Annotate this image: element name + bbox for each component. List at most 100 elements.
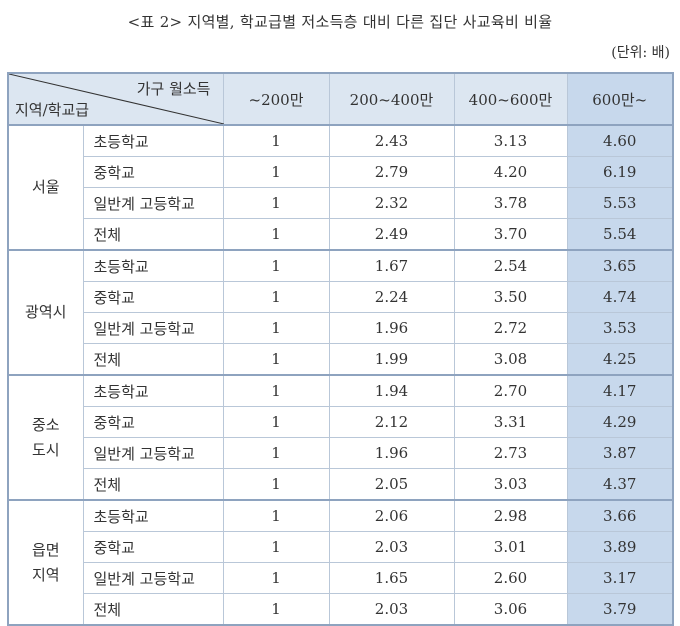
ratio-value-cell: 1	[222, 249, 330, 282]
ratio-value-cell: 2.05	[328, 468, 455, 501]
ratio-value-cell: 3.03	[453, 468, 568, 501]
school-level-cell: 전체	[82, 218, 224, 251]
ratio-value-cell: 3.65	[566, 249, 674, 282]
ratio-value-cell: 2.79	[328, 156, 455, 188]
ratio-value-cell: 1	[222, 124, 330, 157]
ratio-value-cell: 1	[222, 312, 330, 344]
region-name-line: 서울	[31, 178, 60, 196]
table-row: 일반계 고등학교 1 1.96 2.72 3.53	[8, 312, 674, 344]
ratio-value-cell: 1	[222, 187, 330, 219]
ratio-value-cell: 2.03	[328, 593, 455, 626]
region-cell: 읍면 지역	[7, 499, 84, 626]
school-level-cell: 일반계 고등학교	[82, 187, 224, 219]
ratio-value-cell: 4.29	[566, 406, 674, 438]
ratio-value-cell: 1.96	[328, 437, 455, 469]
ratio-value-cell: 2.03	[328, 531, 455, 563]
school-level-cell: 일반계 고등학교	[82, 437, 224, 469]
ratio-value-cell: 3.17	[566, 562, 674, 594]
ratio-value-cell: 2.32	[328, 187, 455, 219]
col-header-income-1: 200~400만	[328, 72, 455, 126]
table-row: 서울 초등학교 1 2.43 3.13 4.60	[7, 124, 674, 251]
ratio-value-cell: 2.49	[328, 218, 455, 251]
ratio-value-cell: 1.65	[328, 562, 455, 594]
ratio-value-cell: 4.20	[453, 156, 568, 188]
ratio-value-cell: 1	[222, 406, 330, 438]
table-row: 광역시 초등학교 1 1.67 2.54 3.65	[7, 249, 674, 376]
ratio-value-cell: 1	[222, 437, 330, 469]
region-name-line: 광역시	[25, 303, 67, 321]
ratio-value-cell: 4.74	[566, 281, 674, 313]
ratio-value-cell: 1.99	[328, 343, 455, 376]
ratio-value-cell: 6.19	[566, 156, 674, 188]
ratio-value-cell: 4.17	[566, 374, 674, 407]
ratio-value-cell: 3.70	[453, 218, 568, 251]
school-level-cell: 초등학교	[82, 249, 224, 282]
ratio-value-cell: 3.79	[566, 593, 674, 626]
table-row: 중학교 1 2.79 4.20 6.19	[8, 156, 674, 188]
unit-label: (단위: 배)	[611, 45, 670, 61]
school-level-cell: 전체	[82, 593, 224, 626]
ratio-value-cell: 4.25	[566, 343, 674, 376]
ratio-value-cell: 1	[222, 499, 330, 532]
region-cell: 서울	[7, 124, 84, 251]
ratio-value-cell: 1	[222, 343, 330, 376]
school-level-cell: 일반계 고등학교	[82, 562, 224, 594]
ratio-value-cell: 3.78	[453, 187, 568, 219]
table-row: 전체 1 2.03 3.06 3.79	[8, 593, 674, 626]
ratio-value-cell: 2.70	[453, 374, 568, 407]
ratio-value-cell: 5.53	[566, 187, 674, 219]
ratio-value-cell: 3.06	[453, 593, 568, 626]
ratio-value-cell: 2.73	[453, 437, 568, 469]
ratio-value-cell: 1	[222, 156, 330, 188]
col-header-income-3: 600만~	[566, 72, 674, 126]
table-body: 서울 초등학교 1 2.43 3.13 4.60 중학교 1 2.79 4.20 6.19 일반계 고…	[7, 124, 674, 626]
ratio-value-cell: 2.24	[328, 281, 455, 313]
region-name-line: 도시	[31, 440, 60, 459]
ratio-value-cell: 2.06	[328, 499, 455, 532]
region-name-line: 읍면	[31, 540, 60, 559]
table-row: 중소 도시 초등학교 1 1.94 2.70 4.17	[7, 374, 674, 501]
ratio-value-cell: 3.01	[453, 531, 568, 563]
school-level-cell: 초등학교	[82, 499, 224, 532]
ratio-value-cell: 3.89	[566, 531, 674, 563]
table-row: 일반계 고등학교 1 1.96 2.73 3.87	[8, 437, 674, 469]
ratio-value-cell: 2.43	[328, 124, 455, 157]
table-row: 전체 1 2.05 3.03 4.37	[8, 468, 674, 501]
ratio-value-cell: 1.67	[328, 249, 455, 282]
ratio-value-cell: 2.60	[453, 562, 568, 594]
table-row: 중학교 1 2.12 3.31 4.29	[8, 406, 674, 438]
table-row: 일반계 고등학교 1 2.32 3.78 5.53	[8, 187, 674, 219]
ratio-value-cell: 1	[222, 468, 330, 501]
ratio-value-cell: 3.08	[453, 343, 568, 376]
table-row: 전체 1 2.49 3.70 5.54	[8, 218, 674, 251]
ratio-value-cell: 1	[222, 593, 330, 626]
ratio-value-cell: 3.31	[453, 406, 568, 438]
ratio-value-cell: 2.72	[453, 312, 568, 344]
ratio-value-cell: 1	[222, 218, 330, 251]
region-cell: 광역시	[7, 249, 84, 376]
ratio-value-cell: 3.87	[566, 437, 674, 469]
ratio-value-cell: 2.98	[453, 499, 568, 532]
school-level-cell: 전체	[82, 468, 224, 501]
school-level-cell: 중학교	[82, 156, 224, 188]
ratio-value-cell: 4.37	[566, 468, 674, 501]
table-row: 중학교 1 2.03 3.01 3.89	[8, 531, 674, 563]
header-row: 가구 월소득 지역/학교급 ~200만 200~400만 400~600만 60…	[7, 72, 674, 126]
table-caption: <표 2> 지역별, 학교급별 저소득층 대비 다른 집단 사교육비 비율	[127, 13, 553, 31]
ratio-value-cell: 1	[222, 281, 330, 313]
ratio-value-cell: 4.60	[566, 124, 674, 157]
ratio-value-cell: 3.50	[453, 281, 568, 313]
ratio-value-cell: 2.54	[453, 249, 568, 282]
ratio-value-cell: 1.94	[328, 374, 455, 407]
school-level-cell: 일반계 고등학교	[82, 312, 224, 344]
school-level-cell: 초등학교	[82, 374, 224, 407]
ratio-value-cell: 5.54	[566, 218, 674, 251]
table-row: 중학교 1 2.24 3.50 4.74	[8, 281, 674, 313]
table-row: 전체 1 1.99 3.08 4.25	[8, 343, 674, 376]
col-header-income-0: ~200만	[222, 72, 330, 126]
ratio-value-cell: 3.13	[453, 124, 568, 157]
school-level-cell: 초등학교	[82, 124, 224, 157]
ratio-value-cell: 1	[222, 374, 330, 407]
school-level-cell: 중학교	[82, 531, 224, 563]
income-axis-label: 가구 월소득	[136, 80, 211, 98]
